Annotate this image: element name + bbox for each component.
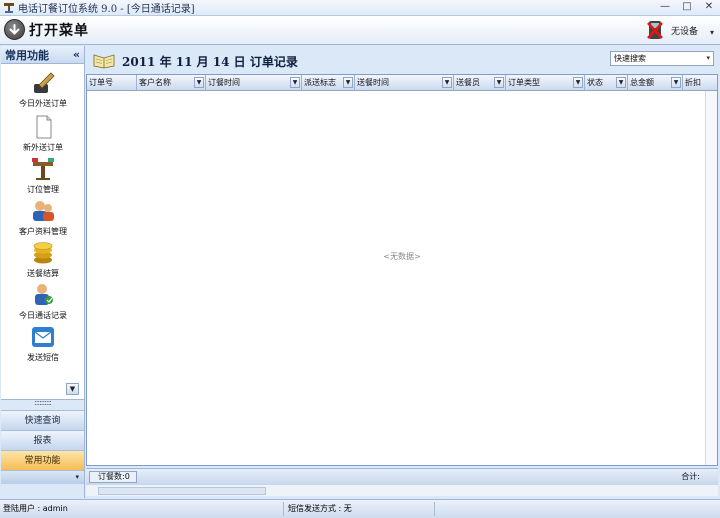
column-header[interactable]: 状态 ▼ [585,75,628,90]
nav-quick-query[interactable]: 快速查询 [1,410,84,430]
chevron-down-icon: ▾ [706,54,710,62]
quick-search-select[interactable]: 快速搜索 ▾ [610,51,714,66]
collapse-icon[interactable]: « [73,48,80,61]
close-button[interactable]: ✕ [702,1,716,14]
window-title: 电话订餐订位系统 9.0 - [今日通话记录] [18,4,195,15]
column-header[interactable]: 客户名称 ▼ [137,75,206,90]
minimize-button[interactable]: — [658,1,672,14]
column-filter-icon[interactable]: ▼ [442,77,452,88]
total-label: 合计: [681,472,700,481]
nav-common-functions[interactable]: 常用功能 [1,450,84,470]
open-menu-label: 打开菜单 [29,22,89,39]
sidebar-item-call-log[interactable]: 今日通话记录 [1,282,85,321]
sidebar-scroll-down-button[interactable]: ▼ [66,383,79,395]
sidebar-item-new-delivery[interactable]: 新外送订单 [1,114,85,153]
status-sms-mode: 短信发送方式 : 无 [288,504,352,513]
sidebar-items: 今日外送订单 新外送订单 订位管理 客户资料管理 送餐结算 今日通话记录 发送短… [1,64,84,400]
call-log-icon [35,284,53,305]
page-title: 2011 年 11 月 14 日 订单记录 [122,55,298,69]
device-label: 无设备 [670,26,698,37]
sidebar-title: 常用功能 [5,48,49,62]
status-divider [283,502,284,516]
coins-icon [33,242,53,264]
column-filter-icon[interactable]: ▼ [194,77,204,88]
down-arrow-icon [4,19,25,40]
column-header[interactable]: 订餐时间 ▼ [206,75,302,90]
grid-vertical-scrollbar[interactable] [705,91,717,465]
quick-search-value: 快速搜索 [614,54,646,63]
scrollbar-thumb[interactable] [98,487,266,495]
blank-page-icon [36,115,52,139]
app-header: 打开菜单 无设备 ▾ [0,16,720,45]
nav-overflow[interactable]: ▾ [1,470,84,484]
column-header[interactable]: 派送标志 ▼ [302,75,355,90]
status-divider [434,502,435,516]
app-icon [4,2,14,13]
column-filter-icon[interactable]: ▼ [616,77,626,88]
open-book-icon [93,54,115,69]
main-header: 2011 年 11 月 14 日 订单记录 快速搜索 ▾ [86,46,718,74]
order-count: 订餐数:0 [89,471,137,483]
sidebar-header: 常用功能 « [1,46,84,64]
empty-state: <无数据> [383,252,421,261]
sidebar-item-today-delivery[interactable]: 今日外送订单 [1,70,85,109]
column-filter-icon[interactable]: ▼ [343,77,353,88]
main-panel: 2011 年 11 月 14 日 订单记录 快速搜索 ▾ 订单号 客户名称 ▼ 订… [86,46,718,498]
column-filter-icon[interactable]: ▼ [671,77,681,88]
column-header[interactable]: 总金额 ▼ [628,75,683,90]
column-filter-icon[interactable]: ▼ [573,77,583,88]
nav-reports[interactable]: 报表 [1,430,84,450]
envelope-icon [32,327,54,347]
sidebar: 常用功能 « 今日外送订单 新外送订单 订位管理 客户资料管理 送餐结算 今日通… [1,46,85,498]
grid-header: 订单号 客户名称 ▼ 订餐时间 ▼ 派送标志 ▼ 送餐时间 ▼ 送餐员 ▼ 订单类型 ▼ 状… [87,75,717,91]
sidebar-item-settlement[interactable]: 送餐结算 [1,240,85,279]
sidebar-item-send-sms[interactable]: 发送短信 [1,324,85,363]
pen-ink-icon [34,72,55,93]
column-header[interactable]: 订单号 [87,75,137,90]
grid-horizontal-scrollbar[interactable] [86,484,718,496]
column-filter-icon[interactable]: ▼ [290,77,300,88]
sidebar-item-reservation[interactable]: 订位管理 [1,156,85,195]
column-header[interactable]: 送餐时间 ▼ [355,75,454,90]
grid-footer: 订餐数:0 合计: [86,468,718,484]
window-controls: — □ ✕ [658,1,716,14]
column-filter-icon[interactable]: ▼ [494,77,504,88]
status-bar: 登陆用户 : admin 短信发送方式 : 无 [0,499,720,518]
status-user: 登陆用户 : admin [3,504,68,513]
column-header[interactable]: 订单类型 ▼ [506,75,585,90]
title-bar: 电话订餐订位系统 9.0 - [今日通话记录] — □ ✕ [0,0,720,16]
sidebar-splitter[interactable]: :::::::::: [1,399,84,410]
open-menu-button[interactable]: 打开菜单 [4,19,89,40]
sidebar-item-customers[interactable]: 客户资料管理 [1,198,85,237]
table-seat-icon [32,158,54,180]
customers-icon [33,201,54,221]
device-status[interactable]: 无设备 [645,19,698,41]
maximize-button[interactable]: □ [680,1,694,14]
column-header[interactable]: 送餐员 ▼ [454,75,506,90]
chevron-down-icon: ▾ [75,473,79,481]
orders-grid: 订单号 客户名称 ▼ 订餐时间 ▼ 派送标志 ▼ 送餐时间 ▼ 送餐员 ▼ 订单类型 ▼ 状… [86,74,718,466]
column-header[interactable]: 折扣 [683,75,717,90]
phone-disabled-icon [647,21,663,39]
chevron-down-icon[interactable]: ▾ [710,28,714,37]
